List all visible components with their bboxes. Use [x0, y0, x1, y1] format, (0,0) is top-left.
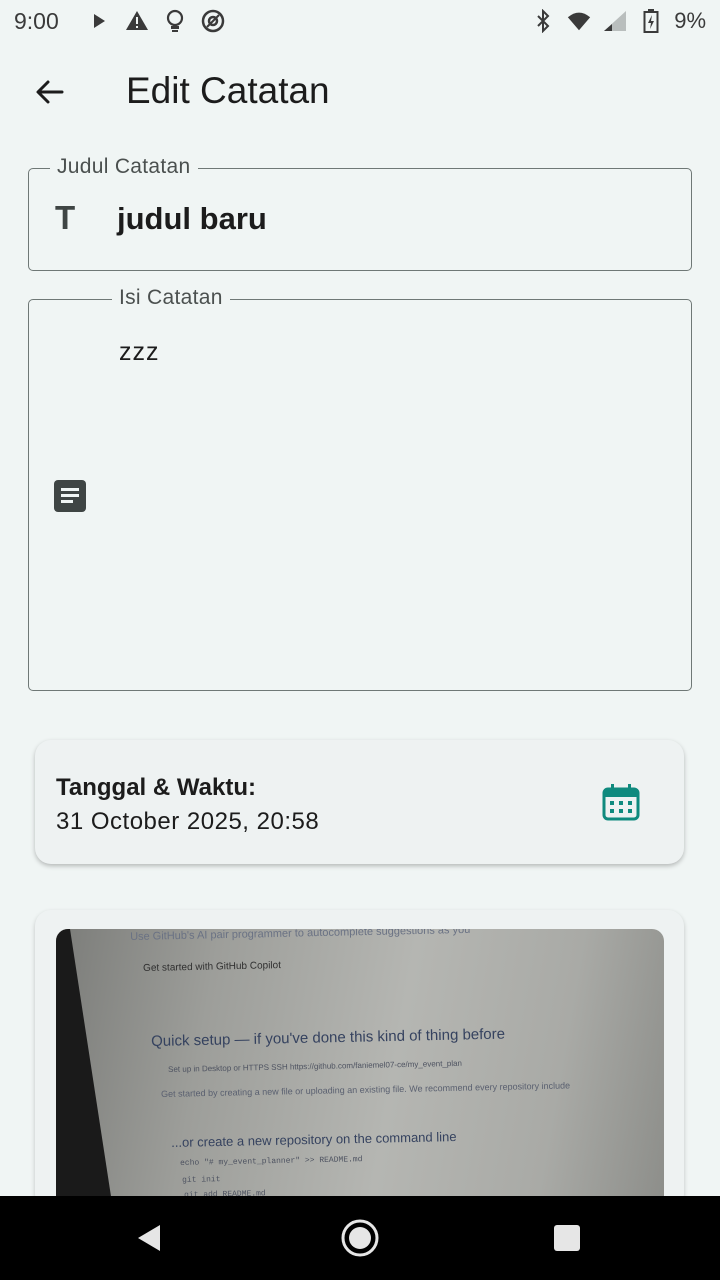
warning-icon — [124, 8, 150, 34]
nav-back-icon — [138, 1225, 160, 1251]
date-time-card[interactable]: Tanggal & Waktu: 31 October 2025, 20:58 — [35, 740, 684, 864]
note-body-input[interactable]: zzz — [119, 338, 160, 367]
page-title: Edit Catatan — [126, 70, 330, 111]
arrow-left-icon — [36, 80, 64, 104]
attached-image-card[interactable]: Use GitHub's AI pair programmer to autoc… — [35, 910, 684, 1210]
battery-icon — [638, 8, 664, 34]
note-body-label: Isi Catatan — [112, 286, 230, 310]
notes-icon — [54, 480, 86, 512]
photo-heading-command-line: ...or create a new repository on the com… — [171, 1129, 457, 1150]
system-nav-bar — [0, 1196, 720, 1280]
battery-percent: 9% — [674, 8, 706, 33]
status-time: 9:00 — [14, 8, 59, 34]
status-left-icons — [86, 8, 226, 34]
photo-code-line1: echo "# my_event_planner" >> README.md — [180, 1155, 363, 1168]
attached-photo[interactable]: Use GitHub's AI pair programmer to autoc… — [56, 929, 664, 1210]
photo-text-line1: Use GitHub's AI pair programmer to autoc… — [130, 929, 471, 943]
date-time-value: 31 October 2025, 20:58 — [56, 808, 320, 835]
app-bar: Edit Catatan — [0, 52, 720, 132]
play-icon — [86, 8, 112, 34]
nav-home-icon — [341, 1219, 379, 1257]
at-icon — [200, 8, 226, 34]
nav-home-button[interactable] — [338, 1216, 382, 1260]
photo-code-line2: git init — [182, 1175, 221, 1185]
photo-heading-quick-setup: Quick setup — if you've done this kind o… — [151, 1025, 506, 1050]
back-button[interactable] — [28, 70, 72, 114]
bluetooth-icon — [530, 8, 556, 34]
note-title-field[interactable]: Judul Catatan T judul baru — [28, 155, 692, 271]
wifi-icon — [566, 8, 592, 34]
photo-text-line2: Get started with GitHub Copilot — [143, 960, 282, 974]
note-body-field[interactable]: Isi Catatan zzz — [28, 286, 692, 691]
calendar-icon[interactable] — [601, 782, 641, 822]
note-title-input[interactable]: judul baru — [117, 201, 267, 237]
nav-recents-button[interactable] — [545, 1216, 589, 1260]
text-title-icon: T — [55, 199, 76, 236]
nav-recents-icon — [554, 1225, 580, 1251]
photo-text-line3: Get started by creating a new file or up… — [161, 1080, 571, 1099]
status-bar: 9:00 9% — [0, 0, 720, 44]
note-title-label: Judul Catatan — [50, 155, 198, 179]
nav-back-button[interactable] — [128, 1216, 172, 1260]
signal-icon — [602, 8, 628, 34]
photo-setup-row: Set up in Desktop or HTTPS SSH https://g… — [168, 1058, 463, 1074]
lightbulb-icon — [162, 8, 188, 34]
status-right: 9% — [530, 8, 706, 34]
date-time-label: Tanggal & Waktu: — [56, 774, 256, 801]
